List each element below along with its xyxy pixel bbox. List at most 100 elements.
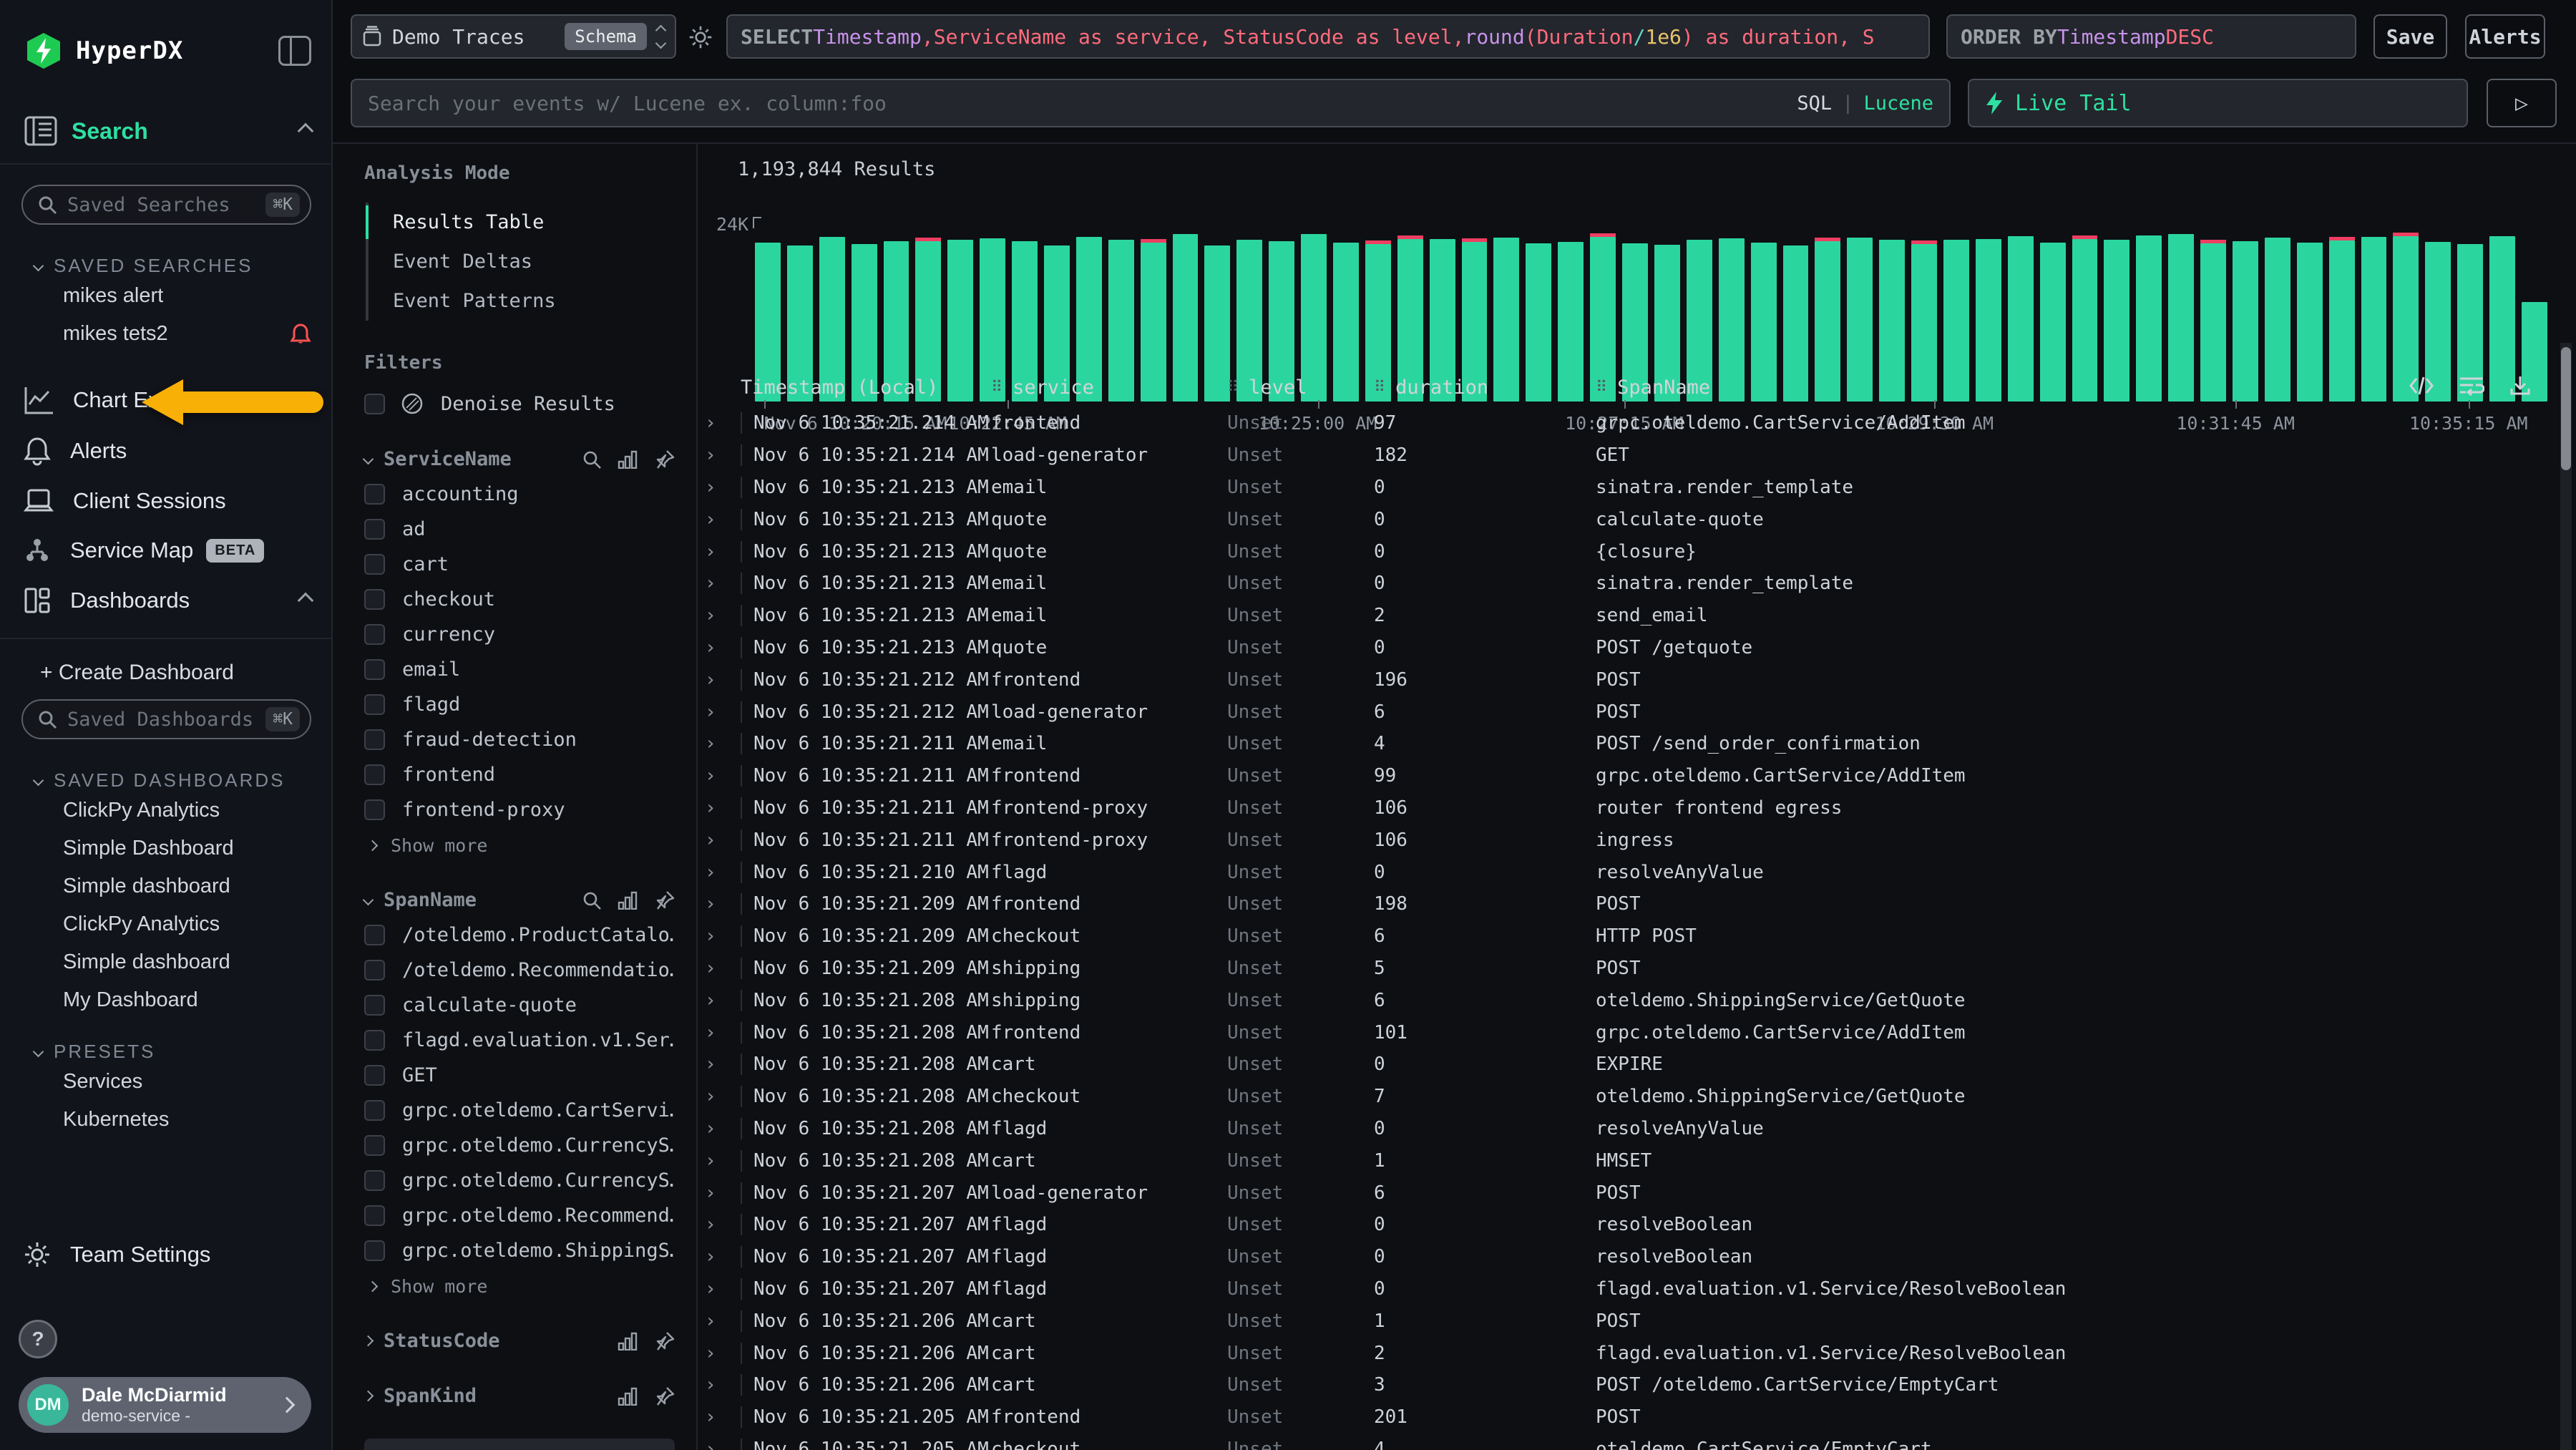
filter-checkbox-item[interactable]: grpc.oteldemo.CurrencyS…: [364, 1134, 675, 1157]
checkbox[interactable]: [364, 960, 385, 981]
alerts-button[interactable]: Alerts: [2465, 14, 2545, 59]
analysis-mode-option[interactable]: Results Table: [369, 203, 675, 242]
bar-chart-icon[interactable]: [618, 1332, 639, 1351]
bar-chart-icon[interactable]: [618, 450, 639, 469]
expand-row-icon[interactable]: ›: [705, 1343, 741, 1364]
sidebar-item-chart-explorer[interactable]: Chart Explorer: [0, 377, 331, 423]
expand-row-icon[interactable]: ›: [705, 605, 741, 626]
saved-searches-input[interactable]: Saved Searches ⌘K: [21, 185, 311, 225]
expand-row-icon[interactable]: ›: [705, 701, 741, 723]
checkbox[interactable]: [364, 729, 385, 750]
checkbox[interactable]: [364, 1240, 385, 1261]
expand-row-icon[interactable]: ›: [705, 669, 741, 691]
table-row[interactable]: › Nov 6 10:35:21.208 AM frontend Unset 1…: [705, 1016, 2562, 1048]
expand-row-icon[interactable]: ›: [705, 925, 741, 947]
table-row[interactable]: › Nov 6 10:35:21.213 AM email Unset 0 si…: [705, 472, 2562, 504]
table-row[interactable]: › Nov 6 10:35:21.207 AM flagd Unset 0 fl…: [705, 1273, 2562, 1305]
expand-row-icon[interactable]: ›: [705, 1022, 741, 1043]
presets-group-header[interactable]: PRESETS: [34, 1041, 311, 1063]
table-row[interactable]: › Nov 6 10:35:21.212 AM load-generator U…: [705, 696, 2562, 728]
pin-icon[interactable]: [655, 1331, 675, 1351]
table-row[interactable]: › Nov 6 10:35:21.212 AM frontend Unset 1…: [705, 663, 2562, 696]
save-button[interactable]: Save: [2373, 14, 2447, 59]
table-row[interactable]: › Nov 6 10:35:21.206 AM cart Unset 1 POS…: [705, 1305, 2562, 1337]
column-header-level[interactable]: ⠿ level: [1227, 376, 1374, 399]
analysis-mode-option[interactable]: Event Deltas: [369, 242, 675, 281]
create-dashboard-button[interactable]: + Create Dashboard: [0, 649, 331, 696]
table-row[interactable]: › Nov 6 10:35:21.211 AM frontend-proxy U…: [705, 792, 2562, 824]
table-row[interactable]: › Nov 6 10:35:21.208 AM shipping Unset 6…: [705, 984, 2562, 1016]
checkbox[interactable]: [364, 764, 385, 785]
help-button[interactable]: ?: [19, 1320, 57, 1358]
expand-row-icon[interactable]: ›: [705, 1310, 741, 1332]
drag-handle-icon[interactable]: ⠿: [1596, 379, 1607, 396]
sidebar-item-search[interactable]: Search: [24, 116, 311, 146]
filter-checkbox-item[interactable]: ad: [364, 518, 675, 540]
checkbox[interactable]: [364, 1170, 385, 1191]
pin-icon[interactable]: [655, 890, 675, 910]
drag-handle-icon[interactable]: ⠿: [991, 379, 1002, 396]
spanname-show-more[interactable]: Show more: [369, 1276, 675, 1297]
checkbox[interactable]: [364, 694, 385, 715]
filter-checkbox-item[interactable]: /oteldemo.Recommendatio…: [364, 959, 675, 981]
table-row[interactable]: › Nov 6 10:35:21.213 AM quote Unset 0 ca…: [705, 503, 2562, 535]
filter-checkbox-item[interactable]: currency: [364, 623, 675, 646]
table-row[interactable]: › Nov 6 10:35:21.211 AM frontend Unset 9…: [705, 760, 2562, 792]
drag-handle-icon[interactable]: ⠿: [1374, 379, 1385, 396]
table-row[interactable]: › Nov 6 10:35:21.208 AM checkout Unset 7…: [705, 1081, 2562, 1113]
expand-row-icon[interactable]: ›: [705, 733, 741, 754]
scrollbar-thumb[interactable]: [2561, 347, 2571, 470]
expand-row-icon[interactable]: ›: [705, 893, 741, 915]
expand-row-icon[interactable]: ›: [705, 765, 741, 787]
saved-dashboard-item[interactable]: My Dashboard: [0, 981, 331, 1019]
table-row[interactable]: › Nov 6 10:35:21.213 AM quote Unset 0 PO…: [705, 632, 2562, 664]
saved-dashboard-item[interactable]: ClickPy Analytics: [0, 792, 331, 829]
expand-row-icon[interactable]: ›: [705, 1246, 741, 1267]
user-menu[interactable]: DM Dale McDiarmid demo-service -: [19, 1377, 311, 1433]
filter-group-spanname[interactable]: SpanName: [364, 889, 675, 911]
filter-checkbox-item[interactable]: cart: [364, 553, 675, 575]
expand-row-icon[interactable]: ›: [705, 862, 741, 883]
chevron-up-icon[interactable]: [298, 593, 314, 609]
table-row[interactable]: › Nov 6 10:35:21.211 AM email Unset 4 PO…: [705, 728, 2562, 760]
denoise-results-toggle[interactable]: Denoise Results: [364, 392, 675, 415]
search-events-input[interactable]: Search your events w/ Lucene ex. column:…: [351, 79, 1951, 127]
filter-checkbox-item[interactable]: flagd.evaluation.v1.Ser…: [364, 1029, 675, 1051]
schema-badge[interactable]: Schema: [565, 23, 647, 50]
sidebar-item-service-map[interactable]: Service Map BETA: [0, 527, 331, 573]
expand-row-icon[interactable]: ›: [705, 829, 741, 851]
analysis-mode-option[interactable]: Event Patterns: [369, 281, 675, 321]
column-header-service[interactable]: ⠿ service: [991, 376, 1227, 399]
filter-group-servicename[interactable]: ServiceName: [364, 448, 675, 470]
play-button[interactable]: ▷: [2487, 79, 2557, 127]
search-icon[interactable]: [582, 449, 602, 469]
servicename-show-more[interactable]: Show more: [369, 835, 675, 856]
table-row[interactable]: › Nov 6 10:35:21.209 AM checkout Unset 6…: [705, 920, 2562, 953]
saved-dashboard-item[interactable]: Simple Dashboard: [0, 829, 331, 867]
sidebar-item-dashboards[interactable]: Dashboards: [0, 578, 331, 623]
expand-row-icon[interactable]: ›: [705, 958, 741, 979]
pin-icon[interactable]: [655, 449, 675, 469]
checkbox[interactable]: [364, 519, 385, 540]
checkbox[interactable]: [364, 659, 385, 680]
bar-chart-icon[interactable]: [618, 891, 639, 910]
column-header-timestamp[interactable]: Timestamp (Local): [741, 376, 991, 399]
expand-row-icon[interactable]: ›: [705, 1406, 741, 1428]
saved-dashboards-input[interactable]: Saved Dashboards ⌘K: [21, 699, 311, 739]
query-language-toggle[interactable]: SQL | Lucene: [1797, 92, 1933, 115]
expand-row-icon[interactable]: ›: [705, 573, 741, 594]
preset-item[interactable]: Kubernetes: [0, 1101, 331, 1139]
filter-checkbox-item[interactable]: checkout: [364, 588, 675, 610]
scrollbar-track[interactable]: [2560, 343, 2572, 1450]
checkbox[interactable]: [364, 799, 385, 820]
filter-checkbox-item[interactable]: frontend-proxy: [364, 799, 675, 821]
filter-checkbox-item[interactable]: flagd: [364, 694, 675, 716]
table-row[interactable]: › Nov 6 10:35:21.209 AM shipping Unset 5…: [705, 953, 2562, 985]
checkbox[interactable]: [364, 1030, 385, 1051]
expand-row-icon[interactable]: ›: [705, 1118, 741, 1139]
table-row[interactable]: › Nov 6 10:35:21.206 AM cart Unset 2 fla…: [705, 1337, 2562, 1369]
sidebar-item-alerts[interactable]: Alerts: [0, 427, 331, 475]
select-clause-input[interactable]: SELECT Timestamp, ServiceName as service…: [726, 14, 1930, 59]
filter-checkbox-item[interactable]: grpc.oteldemo.CartServi…: [364, 1099, 675, 1121]
expand-row-icon[interactable]: ›: [705, 1278, 741, 1300]
